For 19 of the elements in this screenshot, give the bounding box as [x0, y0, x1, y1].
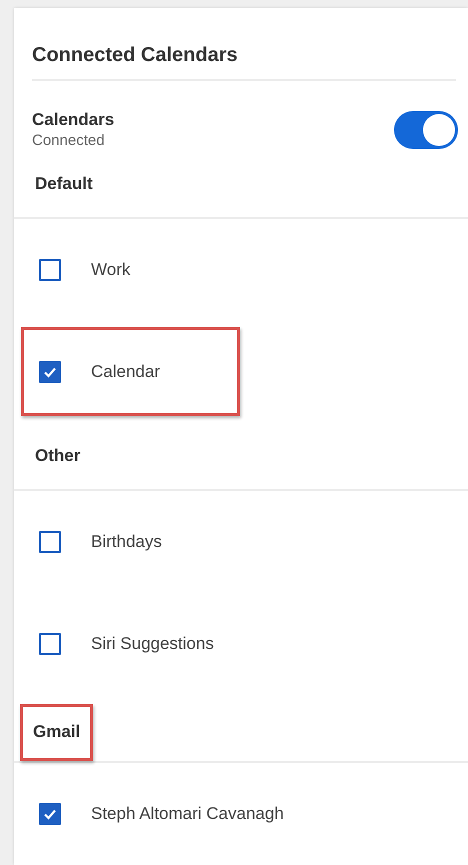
toggle-switch[interactable]: [394, 110, 458, 149]
section-heading: Default: [34, 172, 94, 195]
calendar-label: Steph Altomari Cavanagh: [91, 802, 284, 825]
calendar-label: Birthdays: [91, 530, 162, 553]
checkbox[interactable]: [39, 258, 61, 281]
checkbox[interactable]: [39, 632, 61, 655]
check-icon: [43, 808, 57, 820]
checkbox[interactable]: [39, 360, 61, 383]
check-icon: [43, 366, 57, 378]
calendar-label: Work: [91, 258, 130, 281]
checkbox[interactable]: [39, 802, 61, 825]
section-heading: Gmail: [20, 704, 94, 762]
section-heading: Other: [34, 444, 82, 467]
panel-title: Connected Calendars: [31, 43, 239, 68]
checkbox[interactable]: [39, 530, 61, 553]
account-label: Calendars: [32, 109, 114, 131]
calendar-label: Calendar: [91, 360, 160, 383]
status-text: Connected: [32, 131, 106, 151]
calendar-label: Siri Suggestions: [91, 632, 214, 655]
